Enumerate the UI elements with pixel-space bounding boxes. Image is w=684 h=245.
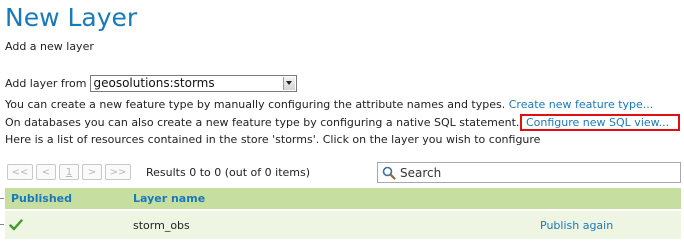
page-title: New Layer: [5, 3, 138, 32]
table-row: storm_obs Publish again: [5, 211, 681, 239]
publish-again-link[interactable]: Publish again: [540, 219, 613, 233]
divider: [0, 198, 4, 199]
pagination: << < 1 > >>: [7, 163, 134, 181]
layer-name-cell: storm_obs: [133, 219, 190, 232]
column-header-layer-name[interactable]: Layer name: [133, 192, 205, 205]
add-layer-from-row: Add layer from geosolutions:storms: [5, 73, 297, 93]
checkmark-icon: [9, 217, 23, 231]
column-header-published[interactable]: Published: [11, 192, 72, 205]
first-page-button[interactable]: <<: [7, 164, 33, 180]
page-number-button[interactable]: 1: [59, 164, 79, 180]
add-layer-from-label: Add layer from: [5, 76, 87, 90]
divider: [0, 224, 4, 225]
sql-view-text: On databases you can also create a new f…: [5, 116, 520, 129]
sql-view-line: On databases you can also create a new f…: [5, 116, 519, 130]
prev-page-button[interactable]: <: [36, 164, 56, 180]
store-select[interactable]: geosolutions:storms: [89, 74, 297, 92]
create-feature-type-link[interactable]: Create new feature type...: [509, 98, 654, 111]
last-page-button[interactable]: >>: [105, 164, 131, 180]
next-page-button[interactable]: >: [82, 164, 102, 180]
page-subtitle: Add a new layer: [5, 40, 94, 53]
results-count: Results 0 to 0 (out of 0 items): [146, 166, 311, 179]
search-placeholder: Search: [400, 165, 442, 180]
search-input[interactable]: Search: [377, 162, 681, 183]
manual-feature-type-text: You can create a new feature type by man…: [5, 98, 506, 111]
resources-text: Here is a list of resources contained in…: [5, 133, 541, 146]
magnifier-icon: [381, 165, 397, 181]
chevron-down-icon[interactable]: [282, 76, 295, 90]
configure-sql-view-link[interactable]: Configure new SQL view...: [520, 114, 680, 131]
store-select-value: geosolutions:storms: [93, 76, 215, 90]
table-header: Published Layer name: [5, 188, 681, 209]
manual-feature-type-line: You can create a new feature type by man…: [5, 98, 653, 112]
